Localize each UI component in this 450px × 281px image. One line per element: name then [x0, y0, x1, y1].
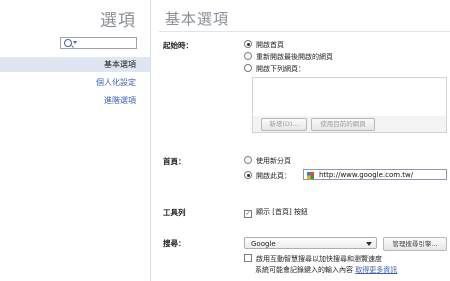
search-engine-value: Google: [251, 240, 276, 248]
startup-pages-list[interactable]: [252, 77, 447, 117]
search-icon: [64, 39, 72, 47]
sidebar: 選項 基本選項 個人化設定 進階選項: [0, 0, 151, 281]
add-page-button[interactable]: 新增(D)...: [261, 118, 307, 131]
chevron-down-icon: [73, 41, 77, 44]
radio-button[interactable]: [244, 64, 252, 72]
radio-button[interactable]: [244, 52, 252, 60]
radio-button[interactable]: [244, 40, 252, 48]
homepage-url-value: http://www.google.com.tw/: [319, 171, 414, 179]
sidebar-title: 選項: [100, 11, 136, 31]
sidebar-item-personal[interactable]: 個人化設定: [0, 75, 150, 90]
main-panel: 基本選項 起始時： 開啟首頁 重新開啟最後開啟的網頁 開啟下列網頁： 新增(D)…: [151, 0, 450, 281]
sidebar-item-basics[interactable]: 基本選項: [0, 57, 150, 72]
instant-note: 系統可能會記錄鍵入的輸入內容 取得更多資訊: [255, 265, 397, 275]
chevron-down-icon: [366, 242, 372, 246]
option-label: 開啟下列網頁：: [256, 65, 305, 73]
learn-more-link[interactable]: 取得更多資訊: [355, 266, 397, 274]
homepage-label: 首頁：: [163, 157, 186, 166]
toolbar-label: 工具列: [163, 208, 186, 217]
sidebar-item-advanced[interactable]: 進階選項: [0, 93, 150, 108]
search-label: 搜尋：: [163, 239, 186, 248]
option-label: 顯示 [首頁] 按鈕: [256, 208, 308, 216]
page-title: 基本選項: [165, 10, 230, 28]
startup-label: 起始時：: [163, 41, 193, 50]
checkbox-checked[interactable]: ✓: [244, 210, 252, 218]
instant-option[interactable]: 啟用互動智慧搜尋以加快搜尋和瀏覽速度: [244, 254, 382, 264]
homepage-option-url[interactable]: 開啟此頁：: [244, 171, 291, 181]
option-label: 開啟此頁：: [256, 172, 291, 180]
checkbox-unchecked[interactable]: [244, 254, 252, 262]
homepage-url-field[interactable]: http://www.google.com.tw/: [303, 169, 447, 180]
manage-search-engines-button[interactable]: 管理搜尋引擎...: [383, 237, 447, 251]
show-home-button-option[interactable]: ✓ 顯示 [首頁] 按鈕: [244, 207, 308, 218]
radio-button[interactable]: [244, 171, 252, 179]
search-input[interactable]: [60, 37, 137, 49]
option-label: 開啟首頁: [256, 41, 284, 49]
search-engine-select[interactable]: Google: [244, 237, 377, 249]
option-label: 使用新分頁: [256, 157, 291, 165]
startup-option-homepage[interactable]: 開啟首頁: [244, 40, 284, 50]
option-label: 重新開啟最後開啟的網頁: [256, 53, 333, 61]
title-divider: [159, 31, 450, 32]
radio-button[interactable]: [244, 156, 252, 164]
instant-note-text: 系統可能會記錄鍵入的輸入內容: [255, 266, 353, 274]
startup-option-pages[interactable]: 開啟下列網頁：: [244, 64, 305, 74]
homepage-option-newtab[interactable]: 使用新分頁: [244, 156, 291, 166]
use-current-pages-button[interactable]: 使用目前的網頁: [311, 118, 375, 131]
startup-pages-buttons: 新增(D)... 使用目前的網頁: [252, 116, 447, 133]
google-favicon-icon: [307, 172, 314, 179]
startup-option-restore[interactable]: 重新開啟最後開啟的網頁: [244, 52, 333, 62]
option-label: 啟用互動智慧搜尋以加快搜尋和瀏覽速度: [256, 255, 382, 263]
